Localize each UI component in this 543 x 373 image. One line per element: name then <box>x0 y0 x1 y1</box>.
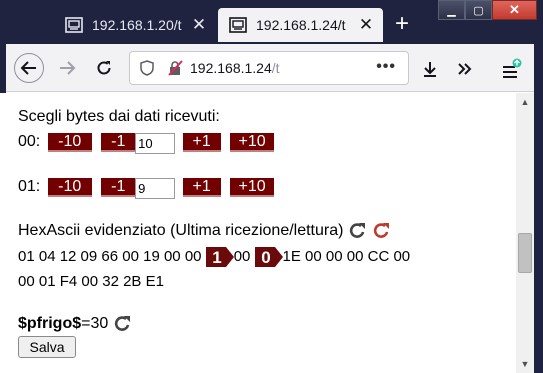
plus10-button[interactable]: +10 <box>230 133 275 152</box>
minus10-button[interactable]: -10 <box>47 133 92 152</box>
variable-row: $pfrigo$=30 <box>18 315 133 333</box>
menu-icon[interactable] <box>499 57 523 81</box>
scroll-down-icon[interactable]: ▼ <box>516 355 534 373</box>
hexascii-heading-row: HexAscii evidenziato (Ultima ricezione/l… <box>18 222 392 240</box>
row-label: 00: <box>18 133 41 150</box>
tab-close-icon[interactable]: ✕ <box>188 15 210 35</box>
hex-bytes: 1E 00 00 00 CC 00 <box>282 247 411 265</box>
page-actions-icon[interactable]: ••• <box>376 58 396 76</box>
byte-value-input[interactable]: 10 <box>135 133 176 154</box>
marker-label-0: 0 <box>261 248 270 267</box>
tab-2-active[interactable]: 192.168.1.24/t ✕ <box>218 8 383 42</box>
scroll-thumb[interactable] <box>518 233 532 273</box>
select-bytes-heading: Scegli bytes dai dati ricevuti: <box>18 108 220 125</box>
variable-value: =30 <box>81 315 109 333</box>
back-icon[interactable] <box>14 53 44 83</box>
hex-bytes: 01 04 12 09 66 00 19 00 00 <box>18 247 202 265</box>
tab-close-icon[interactable]: ✕ <box>355 15 377 35</box>
vertical-scrollbar[interactable]: ▲ ▼ <box>516 93 534 373</box>
minus1-button[interactable]: -1 <box>101 133 136 152</box>
plus1-button[interactable]: +1 <box>182 178 221 197</box>
navigation-toolbar: 192.168.1.24 /t ••• <box>0 44 543 92</box>
auto-refresh-icon[interactable] <box>372 222 392 240</box>
shield-icon[interactable] <box>136 57 158 79</box>
hex-line-2: 00 01 F4 00 32 2B E1 <box>18 273 164 290</box>
minus1-button[interactable]: -1 <box>101 178 136 197</box>
byte-value-input[interactable]: 9 <box>135 178 176 199</box>
tab-title: 192.168.1.24/t <box>256 17 346 33</box>
byte-row-01: 01: -10 -1 9 +1 +10 <box>18 178 275 199</box>
marker-badge-1: 1 <box>205 247 234 267</box>
minimize-icon[interactable]: ▁ <box>438 0 465 20</box>
new-tab-button[interactable]: + <box>390 11 414 37</box>
variable-name: $pfrigo$ <box>18 315 82 333</box>
hex-line-1: 01 04 12 09 66 00 19 00 00 1 00 0 1E 00 … <box>18 247 410 267</box>
download-icon[interactable] <box>418 57 442 81</box>
terminal-icon <box>64 15 84 35</box>
insecure-lock-icon[interactable] <box>164 57 186 79</box>
tab-1[interactable]: 192.168.1.20/t ✕ <box>54 8 216 42</box>
refresh-icon[interactable] <box>348 222 368 240</box>
scroll-up-icon[interactable]: ▲ <box>516 93 534 111</box>
row-label: 01: <box>18 178 41 195</box>
hex-bytes: 00 <box>233 247 251 265</box>
close-window-icon[interactable]: ✕ <box>492 0 537 20</box>
address-bar[interactable]: 192.168.1.24 /t ••• <box>129 51 409 85</box>
page-content: Scegli bytes dai dati ricevuti: 00: -10 … <box>0 93 516 373</box>
terminal-icon <box>228 15 248 35</box>
plus1-button[interactable]: +1 <box>182 133 221 152</box>
byte-row-00: 00: -10 -1 10 +1 +10 <box>18 133 275 154</box>
url-host: 192.168.1.24 <box>190 60 272 76</box>
window-frame-right <box>534 44 543 373</box>
url-path: /t <box>271 60 280 76</box>
window-controls: ▁ ▢ ✕ <box>438 0 537 20</box>
minus10-button[interactable]: -10 <box>47 178 92 197</box>
refresh-icon[interactable] <box>113 315 133 333</box>
tab-title: 192.168.1.20/t <box>92 17 182 33</box>
reload-icon[interactable] <box>89 53 119 83</box>
marker-badge-0: 0 <box>254 247 283 267</box>
marker-label-1: 1 <box>212 248 221 267</box>
overflow-chevron-icon[interactable] <box>453 57 477 81</box>
plus10-button[interactable]: +10 <box>230 178 275 197</box>
maximize-icon[interactable]: ▢ <box>465 0 492 20</box>
hexascii-heading: HexAscii evidenziato (Ultima ricezione/l… <box>18 222 344 240</box>
save-button[interactable]: Salva <box>18 336 76 358</box>
browser-tab-strip: 192.168.1.20/t ✕ 192.168.1.24/t ✕ + ▁ ▢ … <box>0 0 543 44</box>
forward-icon[interactable] <box>52 53 82 83</box>
